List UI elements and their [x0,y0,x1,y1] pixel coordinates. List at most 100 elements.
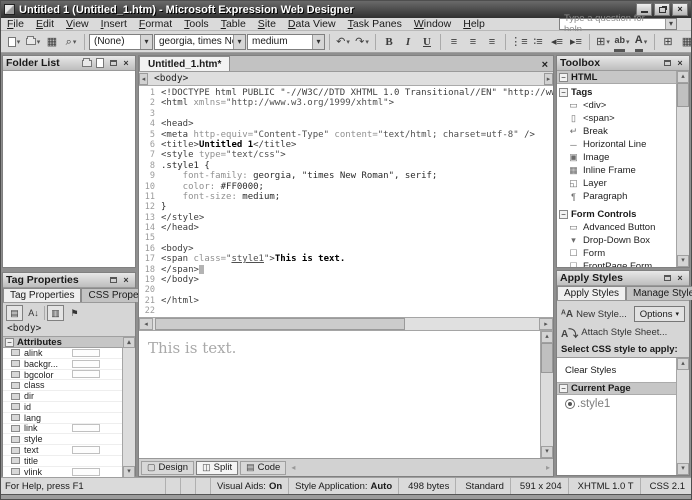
attribute-row[interactable]: bgcolor [3,370,122,381]
show-set-properties-button[interactable]: ▥ [47,305,64,321]
tab-design[interactable]: ▢Design [141,461,194,475]
new-folder-icon[interactable] [81,58,93,69]
tab-split[interactable]: ◫Split [196,461,238,475]
toolbox-group-form-controls[interactable]: − Form Controls [557,208,676,221]
close-document-icon[interactable]: × [537,59,553,71]
attach-style-sheet-button[interactable]: A⤵ Attach Style Sheet... [561,325,667,340]
attribute-row[interactable]: text [3,445,122,456]
status-cell[interactable]: CSS 2.1 [640,478,691,494]
toolbox-item[interactable]: ☐ Form [557,247,676,260]
menu-item[interactable]: Table [215,18,252,30]
tab-tag-properties[interactable]: Tag Properties [3,288,81,302]
status-cell[interactable]: Style Application: Auto [288,478,398,494]
scroll-right-icon[interactable]: ▸ [543,463,553,472]
style1-item[interactable]: .style1 [557,395,676,413]
close-panel-icon[interactable]: × [120,58,132,69]
attribute-row[interactable]: backgr... [3,359,122,370]
design-text[interactable]: This is text. [148,339,236,357]
summary-button[interactable]: ⚑ [66,305,83,321]
scroll-down-icon[interactable]: ▾ [677,463,689,475]
attribute-value-field[interactable] [72,370,100,378]
current-page-section[interactable]: − Current Page [557,382,676,395]
menu-item[interactable]: Format [133,18,178,30]
categorized-view-button[interactable]: ▤ [6,305,23,321]
collapse-icon[interactable]: − [559,384,568,393]
chevron-down-icon[interactable]: ▾ [140,35,152,49]
sort-alphabetical-button[interactable]: A↓ [25,305,42,321]
toolbox-scrollbar[interactable]: ▴ ▾ [676,71,689,267]
folder-list-body[interactable] [3,71,135,267]
attribute-row[interactable]: class [3,380,122,391]
tab-manage-styles[interactable]: Manage Styles [626,286,692,300]
close-button[interactable]: × [672,3,688,16]
status-cell[interactable]: XHTML 1.0 T [568,478,640,494]
tab-code[interactable]: ▤Code [240,461,286,475]
font-color-button[interactable]: A▾ [632,33,650,51]
scroll-down-icon[interactable]: ▾ [123,466,135,478]
float-panel-icon[interactable] [107,275,119,286]
highlight-button[interactable]: ab▾ [613,33,631,51]
collapse-icon[interactable]: − [559,210,568,219]
clear-styles-item[interactable]: Clear Styles [557,362,676,378]
scroll-right-icon[interactable]: ▸ [539,318,553,330]
save-button[interactable]: ▦ [43,33,61,51]
attribute-row[interactable]: vlink [3,467,122,478]
toolbox-item[interactable]: ¶ Paragraph [557,190,676,203]
chevron-down-icon[interactable]: ▾ [665,19,676,29]
scroll-up-icon[interactable]: ▴ [541,331,553,343]
open-button[interactable]: ▾ [24,33,42,51]
chevron-down-icon[interactable]: ▾ [233,35,245,49]
scroll-up-icon[interactable]: ▴ [123,337,135,348]
design-view[interactable]: This is text. ▴ ▾ [139,331,553,458]
new-page-icon[interactable] [94,58,106,69]
numbered-list-button[interactable]: ⋮≡ [510,33,528,51]
breadcrumb-right-icon[interactable]: ▸ [544,73,553,85]
underline-button[interactable]: U [418,33,436,51]
size-select[interactable]: medium ▾ [247,34,325,50]
menu-item[interactable]: Help [457,18,491,30]
menu-item[interactable]: Task Panes [342,18,408,30]
collapse-icon[interactable]: − [5,338,14,347]
menu-item[interactable]: File [1,18,30,30]
close-panel-icon[interactable]: × [674,58,686,69]
bullet-list-button[interactable]: ∶≡ [529,33,547,51]
attributes-section-header[interactable]: − Attributes ▴ [3,336,135,348]
attribute-row[interactable]: dir [3,391,122,402]
attribute-row[interactable]: style [3,434,122,445]
menu-item[interactable]: Data View [282,18,342,30]
redo-button[interactable]: ↷▾ [353,33,371,51]
print-preview-button[interactable]: ⌕▾ [62,33,80,51]
toolbox-item[interactable]: ▾ Drop-Down Box [557,234,676,247]
scrollbar-thumb[interactable] [155,318,405,330]
apply-styles-scrollbar[interactable]: ▴ ▾ [676,358,689,475]
tab-apply-styles[interactable]: Apply Styles [557,286,626,300]
toolbox-item[interactable]: ◱ Layer [557,177,676,190]
code-horizontal-scrollbar[interactable]: ◂ ▸ [139,317,553,331]
status-cell[interactable]: 591 x 204 [510,478,568,494]
collapse-icon[interactable]: − [559,73,568,82]
code-view[interactable]: 1<!DOCTYPE html PUBLIC "-//W3C//DTD XHTM… [139,86,553,317]
tag-properties-header[interactable]: Tag Properties × [3,273,135,288]
float-panel-icon[interactable] [107,58,119,69]
menu-item[interactable]: Tools [178,18,215,30]
new-document-button[interactable]: ▾ [5,33,23,51]
style-select[interactable]: (None) ▾ [89,34,153,50]
align-center-button[interactable]: ≡ [464,33,482,51]
help-question-box[interactable]: Type a question for help ▾ [559,18,677,30]
decrease-indent-button[interactable]: ◂≡ [548,33,566,51]
align-right-button[interactable]: ≡ [483,33,501,51]
scroll-down-icon[interactable]: ▾ [541,446,553,458]
menu-item[interactable]: View [60,18,95,30]
options-button[interactable]: Options ▾ [634,306,685,322]
borders-button[interactable]: ⊞▾ [594,33,612,51]
collapse-icon[interactable]: − [559,88,568,97]
increase-indent-button[interactable]: ▸≡ [567,33,585,51]
status-cell[interactable]: 498 bytes [398,478,455,494]
chevron-down-icon[interactable]: ▾ [312,35,324,49]
menu-item[interactable]: Insert [95,18,133,30]
scroll-left-icon[interactable]: ◂ [139,318,153,330]
toolbox-item[interactable]: ─ Horizontal Line [557,138,676,151]
status-cell[interactable]: Standard [455,478,510,494]
toolbox-item[interactable]: ▯ <span> [557,112,676,125]
close-panel-icon[interactable]: × [120,275,132,286]
